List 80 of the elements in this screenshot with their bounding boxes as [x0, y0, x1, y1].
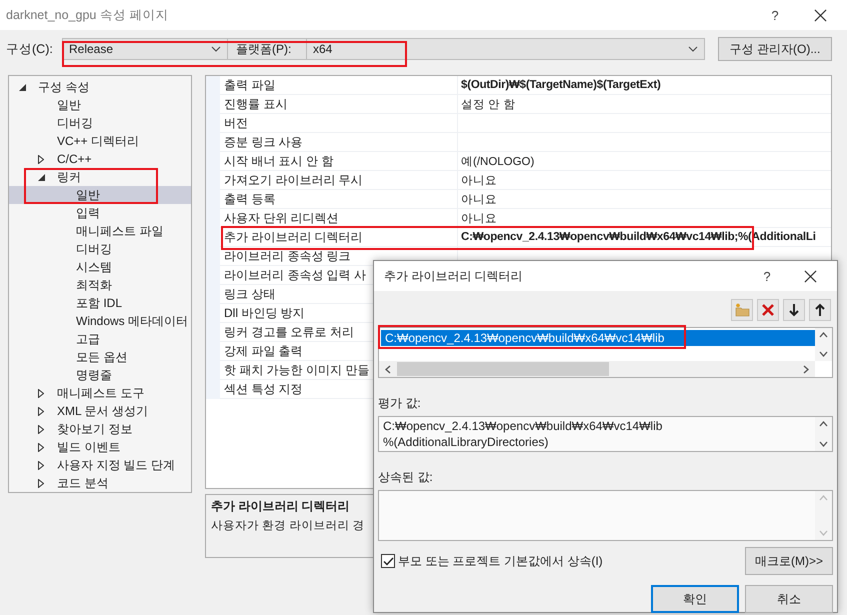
inherited-value-label: 상속된 값: — [378, 469, 434, 486]
config-label: 구성(C): — [6, 40, 54, 58]
evaluated-value-line: %(AdditionalLibraryDirectories) — [383, 434, 550, 450]
platform-label: 플랫폼(P): — [228, 38, 306, 60]
tree-item[interactable]: 고급 — [9, 330, 191, 348]
evaluated-value-line: C:₩opencv_2.4.13₩opencv₩build₩x64₩vc14₩lib — [383, 418, 664, 434]
tree-item[interactable]: 포함 IDL — [9, 294, 191, 312]
property-name[interactable]: 진행률 표시 — [220, 95, 458, 114]
property-name[interactable]: 시작 배너 표시 안 함 — [220, 152, 458, 171]
help-button[interactable]: ? — [760, 8, 790, 22]
scroll-up-icon — [819, 495, 828, 501]
collapsed-icon[interactable] — [38, 154, 44, 164]
property-value[interactable]: 아니요 — [458, 171, 831, 190]
tree-item[interactable]: VC++ 디렉터리 — [9, 132, 191, 150]
expanded-icon[interactable] — [19, 84, 26, 90]
folder-icon — [734, 303, 750, 317]
tree-item[interactable]: 최적화 — [9, 276, 191, 294]
caret-icon — [211, 46, 221, 52]
tree-item[interactable]: 빌드 이벤트 — [9, 438, 191, 456]
scroll-down-icon[interactable] — [819, 351, 828, 357]
property-name[interactable]: 버전 — [220, 114, 458, 133]
close-icon[interactable] — [814, 8, 827, 22]
move-up-button[interactable] — [809, 299, 831, 321]
help-button[interactable]: ? — [752, 268, 782, 284]
property-name[interactable]: 추가 라이브러리 디렉터리 — [220, 228, 458, 247]
tree-item[interactable]: 매니페스트 도구 — [9, 384, 191, 402]
description-text: 사용자가 환경 라이브러리 경 — [211, 519, 366, 533]
close-icon[interactable] — [804, 270, 817, 282]
property-value[interactable]: 예(/NOLOGO) — [458, 152, 831, 171]
property-name[interactable]: 증분 링크 사용 — [220, 133, 458, 152]
caret-icon — [688, 46, 698, 52]
move-down-button[interactable] — [783, 299, 805, 321]
tree-item[interactable]: 시스템 — [9, 258, 191, 276]
scroll-down-icon[interactable] — [819, 441, 828, 447]
configuration-manager-button[interactable]: 구성 관리자(O)... — [718, 37, 832, 61]
scroll-down-icon — [819, 530, 828, 536]
tree-item[interactable]: XML 문서 생성기 — [9, 402, 191, 420]
tree-item[interactable]: 매니페스트 파일 — [9, 222, 191, 240]
tree-item[interactable]: 찾아보기 정보 — [9, 420, 191, 438]
property-value[interactable]: 설정 안 함 — [458, 95, 831, 114]
tree-item[interactable]: 일반 — [9, 186, 191, 204]
tree-item[interactable]: 코드 분석 — [9, 474, 191, 492]
description-title: 추가 라이브러리 디렉터리 — [211, 498, 351, 515]
property-name[interactable]: 가져오기 라이브러리 무시 — [220, 171, 458, 190]
tree-item[interactable]: 디버깅 — [9, 240, 191, 258]
list-item[interactable]: C:₩opencv_2.4.13₩opencv₩build₩x64₩vc14₩lib — [381, 330, 815, 346]
scrollbar-thumb[interactable] — [397, 362, 609, 376]
tree-item[interactable]: 모든 옵션 — [9, 348, 191, 366]
tree-item[interactable]: 명령줄 — [9, 366, 191, 384]
expanded-icon[interactable] — [38, 174, 45, 180]
property-value[interactable]: $(OutDir)₩$(TargetName)$(TargetExt) — [458, 76, 831, 95]
tree-item[interactable]: 구성 속성 — [9, 78, 191, 96]
tree-item[interactable]: 일반 — [9, 96, 191, 114]
tree-item[interactable]: Windows 메타데이터 — [9, 312, 191, 330]
property-value[interactable]: 아니요 — [458, 190, 831, 209]
tree-item[interactable]: 사용자 지정 빌드 단계 — [9, 456, 191, 474]
platform-dropdown[interactable]: x64 — [306, 38, 705, 60]
scroll-right-icon[interactable] — [803, 364, 809, 374]
tree-item[interactable]: 입력 — [9, 204, 191, 222]
tree-item[interactable]: 링커 — [9, 168, 191, 186]
property-name[interactable]: 출력 파일 — [220, 76, 458, 95]
inherit-checkbox[interactable]: 부모 또는 프로젝트 기본값에서 상속(I) — [378, 552, 603, 570]
scroll-left-icon[interactable] — [385, 364, 391, 374]
property-value[interactable]: 아니요 — [458, 209, 831, 228]
cancel-button[interactable]: 취소 — [745, 585, 833, 613]
tree-item[interactable]: 디버깅 — [9, 114, 191, 132]
delete-button[interactable] — [757, 299, 779, 321]
macros-button[interactable]: 매크로(M)>> — [745, 547, 833, 575]
ok-button[interactable]: 확인 — [651, 585, 739, 613]
scroll-up-icon[interactable] — [819, 421, 828, 427]
config-dropdown[interactable]: Release — [62, 38, 228, 60]
property-name[interactable]: 출력 등록 — [220, 190, 458, 209]
scroll-up-icon[interactable] — [819, 332, 828, 338]
property-name[interactable]: 사용자 단위 리디렉션 — [220, 209, 458, 228]
up-arrow-icon — [815, 303, 825, 317]
down-arrow-icon — [789, 303, 799, 317]
checkbox[interactable] — [381, 554, 395, 568]
tree-item[interactable]: C/C++ — [9, 150, 191, 168]
delete-icon — [761, 303, 775, 317]
window-title: darknet_no_gpu 속성 페이지 — [6, 6, 170, 24]
